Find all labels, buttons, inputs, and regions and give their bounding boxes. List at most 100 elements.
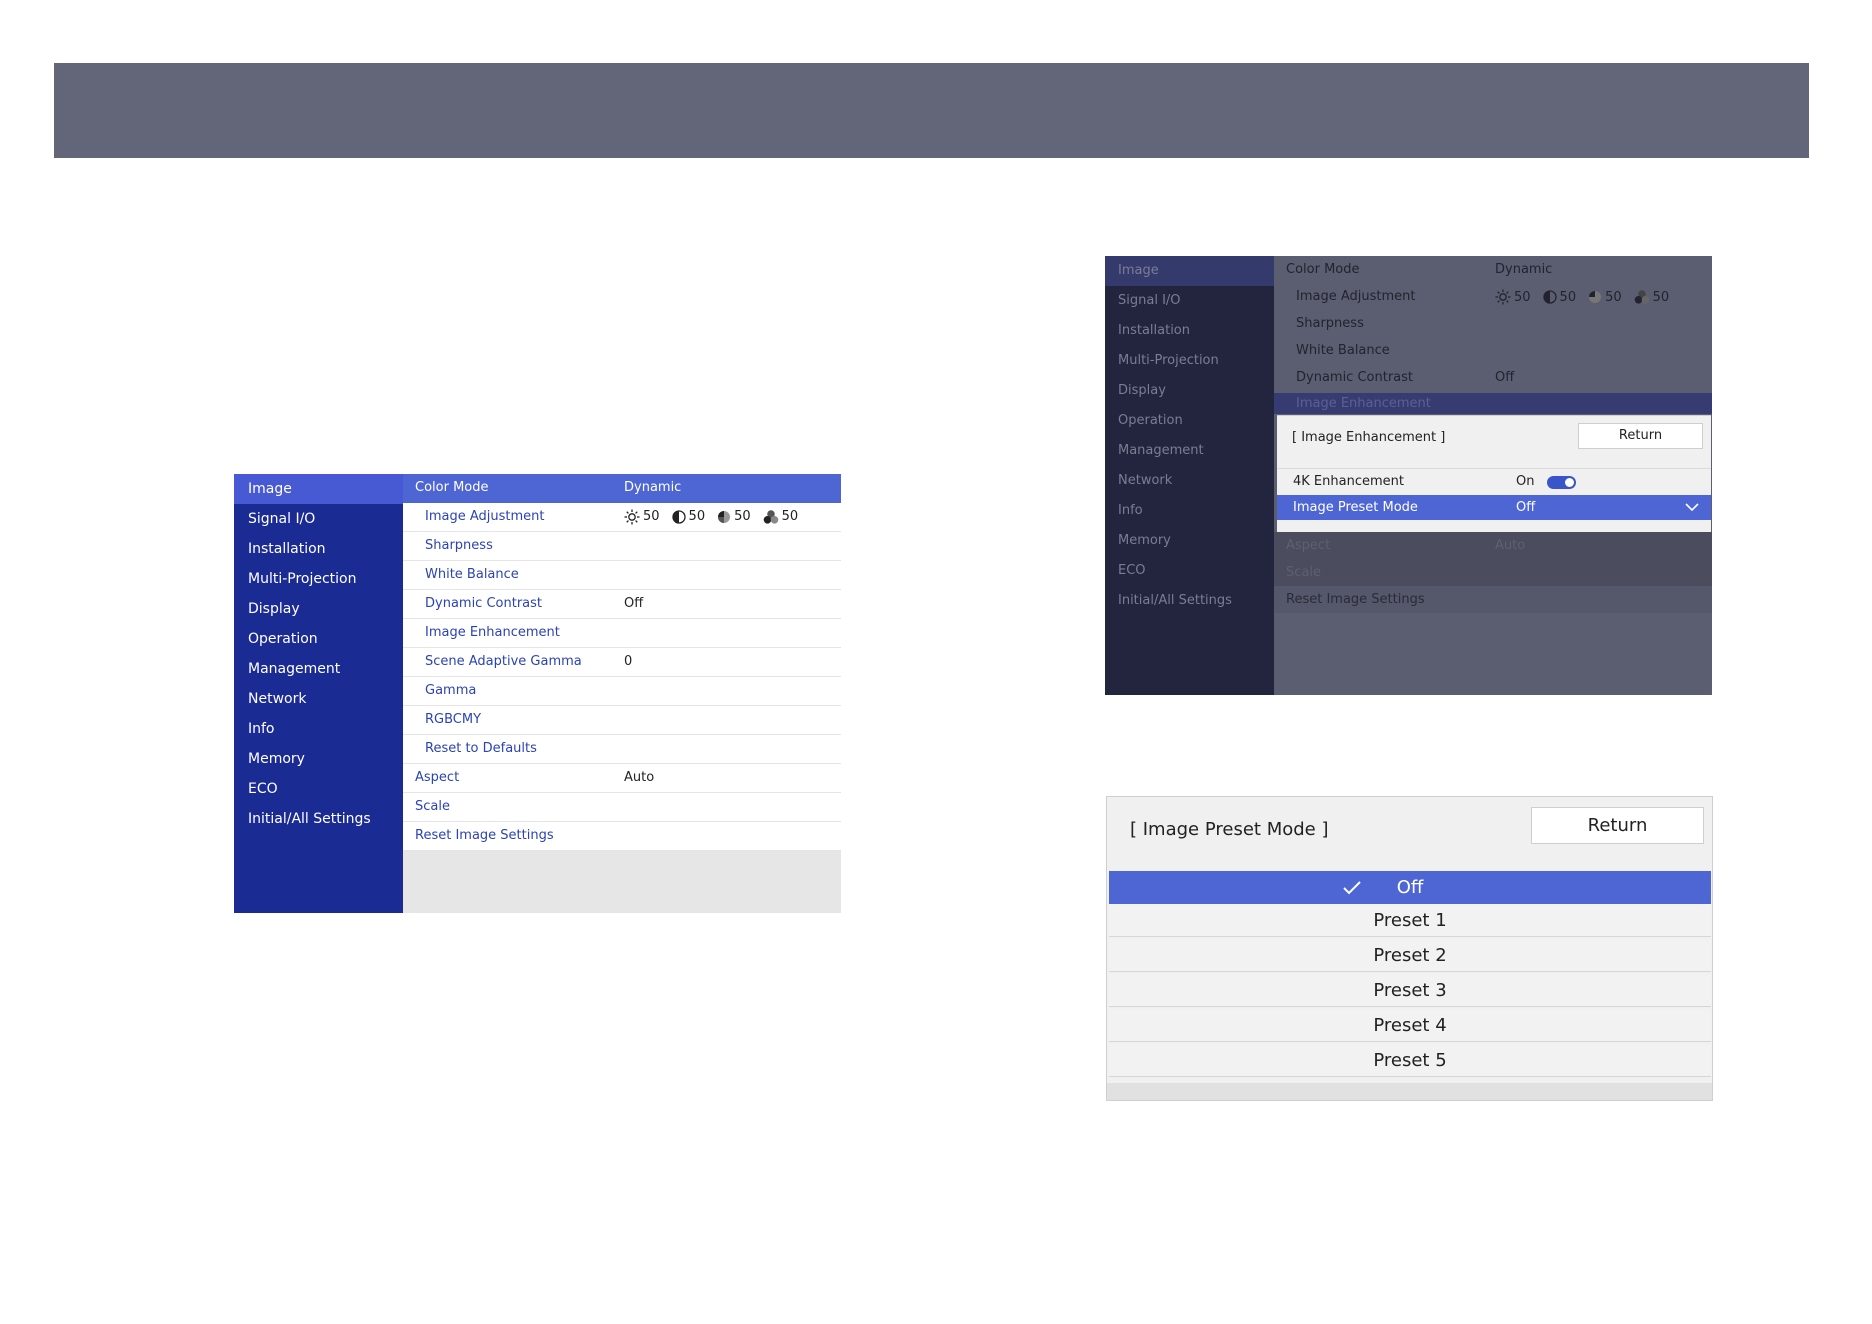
chevron-down-icon (1685, 503, 1699, 512)
sidebar-item-initial-all-settings[interactable]: Initial/All Settings (234, 804, 403, 834)
row-value: Dynamic (1495, 262, 1553, 277)
sidebar-item-network[interactable]: Network (1105, 466, 1274, 496)
row-label: Color Mode (1286, 262, 1360, 277)
row-label: Sharpness (425, 538, 493, 553)
sidebar-item-memory[interactable]: Memory (234, 744, 403, 774)
saturation-icon (718, 511, 731, 523)
menu-row-white-balance[interactable]: White Balance (403, 561, 841, 590)
sidebar-item-multi-projection[interactable]: Multi-Projection (1105, 346, 1274, 376)
row-label: Scene Adaptive Gamma (425, 654, 582, 669)
row-label: Image Adjustment (1296, 289, 1416, 304)
return-button[interactable]: Return (1531, 807, 1704, 844)
sidebar-item-signal-io[interactable]: Signal I/O (234, 504, 403, 534)
dialog-title: [ Image Preset Mode ] (1130, 819, 1329, 840)
brightness-value: 50 (1514, 289, 1531, 305)
return-button[interactable]: Return (1578, 423, 1703, 449)
brightness-icon (624, 509, 640, 525)
menu-row-reset-image-settings[interactable]: Reset Image Settings (403, 822, 841, 851)
row-label: Reset Image Settings (415, 828, 554, 843)
preset-option-3[interactable]: Preset 3 (1109, 974, 1711, 1007)
contrast-value: 50 (688, 509, 706, 524)
toggle-knob (1565, 478, 1574, 487)
menu-row-reset-image-settings[interactable]: Reset Image Settings (1274, 586, 1712, 613)
sidebar-item-eco[interactable]: ECO (234, 774, 403, 804)
4k-enhancement-toggle[interactable] (1547, 476, 1576, 489)
contrast-icon (1542, 290, 1557, 304)
sidebar-item-info[interactable]: Info (234, 714, 403, 744)
sidebar-item-installation[interactable]: Installation (234, 534, 403, 564)
row-label: Reset to Defaults (425, 741, 537, 756)
menu-row-aspect[interactable]: Aspect Auto (403, 764, 841, 793)
sidebar-item-display[interactable]: Display (234, 594, 403, 624)
menu-row-scale[interactable]: Scale (1274, 559, 1712, 586)
image-enhancement-dialog: [ Image Enhancement ] Return 4K Enhancem… (1277, 415, 1711, 532)
row-label: White Balance (425, 567, 519, 582)
menu-sidebar: Image Signal I/O Installation Multi-Proj… (1105, 256, 1274, 695)
sidebar-item-installation[interactable]: Installation (1105, 316, 1274, 346)
row-label: White Balance (1296, 343, 1390, 358)
row-label: Image Preset Mode (1293, 500, 1418, 515)
image-adjustment-values: 50 50 50 50 (1495, 283, 1681, 311)
preset-option-1[interactable]: Preset 1 (1109, 904, 1711, 937)
preset-option-off[interactable]: Off (1109, 871, 1711, 904)
image-preset-mode-dialog: [ Image Preset Mode ] Return Off Preset … (1106, 796, 1713, 1101)
saturation-value: 50 (734, 509, 751, 524)
image-menu-panel: Image Signal I/O Installation Multi-Proj… (234, 474, 841, 913)
sidebar-item-display[interactable]: Display (1105, 376, 1274, 406)
contrast-value: 50 (1559, 289, 1577, 305)
4k-enhancement-row[interactable]: 4K Enhancement On (1277, 468, 1711, 493)
menu-row-rgbcmy[interactable]: RGBCMY (403, 706, 841, 735)
sidebar-item-info[interactable]: Info (1105, 496, 1274, 526)
list-bottom-strip (1107, 1083, 1712, 1100)
sidebar-item-management[interactable]: Management (1105, 436, 1274, 466)
sidebar-item-operation[interactable]: Operation (234, 624, 403, 654)
sidebar-item-eco[interactable]: ECO (1105, 556, 1274, 586)
preset-option-2[interactable]: Preset 2 (1109, 939, 1711, 972)
row-label: Dynamic Contrast (425, 596, 543, 611)
menu-row-scene-adaptive-gamma[interactable]: Scene Adaptive Gamma 0 (403, 648, 841, 677)
sidebar-item-image[interactable]: Image (1105, 256, 1274, 286)
menu-row-reset-to-defaults[interactable]: Reset to Defaults (403, 735, 841, 764)
brightness-icon (1495, 289, 1511, 305)
menu-row-image-enhancement[interactable]: Image Enhancement (1274, 393, 1712, 414)
menu-row-color-mode[interactable]: Color Mode Dynamic (1274, 256, 1712, 283)
menu-row-scale[interactable]: Scale (403, 793, 841, 822)
row-label: Sharpness (1296, 316, 1364, 331)
row-label: Image Adjustment (425, 509, 545, 524)
option-label: Preset 2 (1373, 945, 1447, 966)
sidebar-item-signal-io[interactable]: Signal I/O (1105, 286, 1274, 316)
image-preset-mode-row[interactable]: Image Preset Mode Off (1277, 495, 1711, 520)
sidebar-item-management[interactable]: Management (234, 654, 403, 684)
sidebar-item-operation[interactable]: Operation (1105, 406, 1274, 436)
menu-row-dynamic-contrast[interactable]: Dynamic Contrast Off (1274, 364, 1712, 391)
menu-row-aspect[interactable]: Aspect Auto (1274, 532, 1712, 559)
menu-row-white-balance[interactable]: White Balance (1274, 337, 1712, 364)
row-value: Off (1516, 500, 1536, 515)
menu-row-sharpness[interactable]: Sharpness (403, 532, 841, 561)
menu-row-image-enhancement[interactable]: Image Enhancement (403, 619, 841, 648)
row-label: 4K Enhancement (1293, 474, 1404, 489)
row-label: Aspect (1286, 538, 1331, 553)
row-label: Gamma (425, 683, 477, 698)
row-label: Image Enhancement (425, 625, 560, 640)
image-adjustment-values: 50 50 50 50 (624, 503, 810, 531)
menu-row-sharpness[interactable]: Sharpness (1274, 310, 1712, 337)
preset-option-4[interactable]: Preset 4 (1109, 1009, 1711, 1042)
row-value: 0 (624, 654, 633, 669)
dialog-title: [ Image Enhancement ] (1292, 430, 1446, 445)
preset-option-5[interactable]: Preset 5 (1109, 1044, 1711, 1077)
menu-row-image-adjustment[interactable]: Image Adjustment 50 50 50 50 (403, 503, 841, 532)
sidebar-item-image[interactable]: Image (234, 474, 403, 504)
sidebar-item-multi-projection[interactable]: Multi-Projection (234, 564, 403, 594)
row-label: Scale (1286, 565, 1321, 580)
sidebar-item-initial-all-settings[interactable]: Initial/All Settings (1105, 586, 1274, 616)
menu-row-gamma[interactable]: Gamma (403, 677, 841, 706)
menu-row-image-adjustment[interactable]: Image Adjustment 50 50 50 50 (1274, 283, 1712, 310)
tint-value: 50 (781, 509, 799, 524)
menu-row-color-mode[interactable]: Color Mode Dynamic (403, 474, 841, 503)
row-value: Dynamic (624, 480, 682, 495)
sidebar-item-memory[interactable]: Memory (1105, 526, 1274, 556)
option-label: Off (1396, 877, 1424, 898)
sidebar-item-network[interactable]: Network (234, 684, 403, 714)
menu-row-dynamic-contrast[interactable]: Dynamic Contrast Off (403, 590, 841, 619)
